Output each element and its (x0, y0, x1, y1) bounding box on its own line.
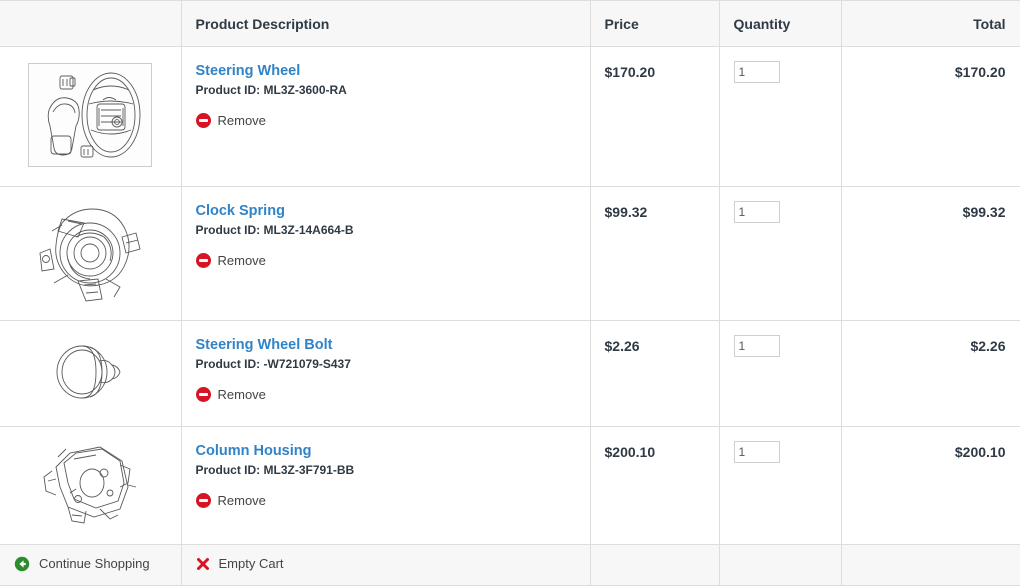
shopping-cart-table: Product Description Price Quantity Total (0, 0, 1020, 586)
product-price: $200.10 (590, 426, 720, 545)
product-quantity-cell (719, 426, 842, 545)
product-id: Product ID: ML3Z-3600-RA (195, 83, 347, 98)
remove-label: Remove (217, 112, 266, 128)
continue-shopping-cell: Continue Shopping (0, 544, 182, 586)
remove-label: Remove (217, 492, 266, 508)
cart-row: Clock Spring Product ID: ML3Z-14A664-B R… (0, 186, 1020, 321)
product-description-cell: Steering Wheel Product ID: ML3Z-3600-RA … (181, 46, 591, 187)
product-description-cell: Steering Wheel Bolt Product ID: -W721079… (181, 320, 591, 427)
remove-circle-icon (195, 492, 211, 508)
red-cross-icon (196, 557, 210, 571)
product-total: $2.26 (841, 320, 1020, 427)
product-quantity-cell (719, 320, 842, 427)
empty-cart-button[interactable]: Empty Cart (196, 556, 284, 571)
product-id: Product ID: -W721079-S437 (195, 357, 351, 372)
continue-shopping-label: Continue Shopping (39, 556, 150, 571)
circle-back-arrow-icon (14, 556, 30, 572)
product-image-cell (0, 46, 182, 187)
product-price: $170.20 (590, 46, 720, 187)
product-name-link[interactable]: Column Housing (196, 443, 576, 460)
footer-blank-total (841, 544, 1020, 586)
quantity-input[interactable] (733, 201, 780, 223)
remove-circle-icon (195, 386, 211, 402)
product-total: $170.20 (841, 46, 1020, 187)
empty-cart-cell: Empty Cart (181, 544, 591, 586)
cart-table-header: Product Description Price Quantity Total (0, 0, 1020, 47)
cart-row: Steering Wheel Bolt Product ID: -W721079… (0, 320, 1020, 427)
continue-shopping-button[interactable]: Continue Shopping (14, 556, 150, 572)
footer-blank-price (590, 544, 720, 586)
cart-row: Steering Wheel Product ID: ML3Z-3600-RA … (0, 46, 1020, 187)
product-price: $99.32 (590, 186, 720, 321)
product-name-link[interactable]: Steering Wheel Bolt (196, 337, 576, 354)
cart-row: Column Housing Product ID: ML3Z-3F791-BB… (0, 426, 1020, 545)
column-header-image (0, 0, 182, 47)
product-image-cell (0, 426, 182, 545)
product-total: $99.32 (841, 186, 1020, 321)
steering-wheel-line-drawing-icon (28, 63, 153, 167)
remove-item-link[interactable]: Remove (195, 252, 266, 268)
steering-wheel-bolt-line-drawing-icon (46, 331, 134, 413)
remove-item-link[interactable]: Remove (195, 112, 266, 128)
cart-table-body: Steering Wheel Product ID: ML3Z-3600-RA … (0, 46, 1020, 545)
product-quantity-cell (719, 46, 842, 187)
quantity-input[interactable] (733, 61, 780, 83)
product-name-link[interactable]: Clock Spring (196, 203, 576, 220)
header-row: Product Description Price Quantity Total (0, 0, 1020, 47)
quantity-input[interactable] (733, 335, 780, 357)
product-image-cell (0, 320, 182, 427)
column-header-total: Total (841, 0, 1020, 47)
column-header-description: Product Description (181, 0, 591, 47)
cart-actions-row: Continue Shopping Empty Cart (0, 544, 1020, 586)
product-image-cell (0, 186, 182, 321)
cart-table-footer: Continue Shopping Empty Cart (0, 544, 1020, 586)
column-header-quantity: Quantity (719, 0, 842, 47)
footer-blank-quantity (719, 544, 842, 586)
product-quantity-cell (719, 186, 842, 321)
product-id: Product ID: ML3Z-3F791-BB (195, 463, 355, 478)
column-housing-line-drawing-icon (34, 437, 146, 531)
column-header-price: Price (590, 0, 720, 47)
product-name-link[interactable]: Steering Wheel (196, 63, 576, 80)
empty-cart-label: Empty Cart (218, 556, 284, 572)
quantity-input[interactable] (733, 441, 780, 463)
remove-item-link[interactable]: Remove (195, 492, 266, 508)
remove-label: Remove (217, 386, 266, 402)
product-price: $2.26 (590, 320, 720, 427)
remove-label: Remove (217, 252, 266, 268)
clock-spring-line-drawing-icon (32, 197, 148, 307)
product-total: $200.10 (841, 426, 1020, 545)
remove-circle-icon (195, 252, 211, 268)
product-id: Product ID: ML3Z-14A664-B (195, 223, 354, 238)
remove-circle-icon (195, 112, 211, 128)
product-description-cell: Column Housing Product ID: ML3Z-3F791-BB… (181, 426, 591, 545)
product-description-cell: Clock Spring Product ID: ML3Z-14A664-B R… (181, 186, 591, 321)
remove-item-link[interactable]: Remove (195, 386, 266, 402)
